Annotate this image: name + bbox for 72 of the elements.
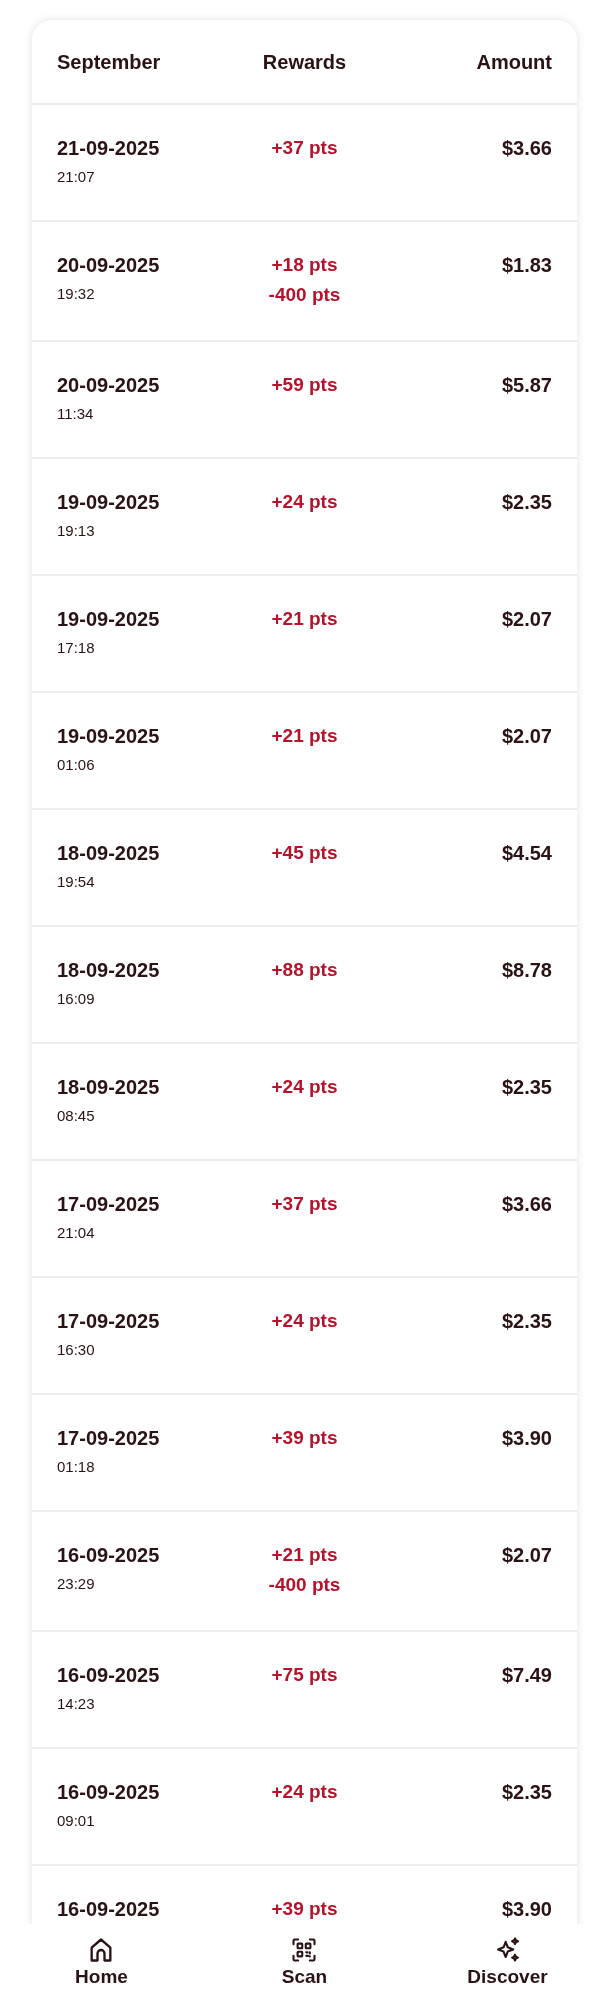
amount-text: $3.90 [501, 1426, 552, 1450]
date-text: 16-09-2025 [57, 1780, 160, 1804]
points-text: -400 pts [268, 1573, 341, 1597]
amount-text: $2.35 [501, 490, 552, 514]
points-text: +24 pts [271, 490, 338, 514]
qr-code-icon [290, 1936, 319, 1964]
time-text: 14:23 [57, 1695, 96, 1713]
column-header: Rewards [262, 49, 347, 75]
time-text: 17:18 [57, 639, 96, 657]
amount-text: $3.66 [501, 1192, 552, 1216]
time-text: 19:54 [57, 873, 96, 891]
time-text: 01:18 [57, 1458, 96, 1476]
time-text: 21:04 [57, 1224, 96, 1242]
time-text: 19:32 [57, 285, 96, 303]
date-text: 19-09-2025 [57, 607, 160, 631]
amount-text: $3.90 [501, 1897, 552, 1921]
nav-tab[interactable]: Scan [273, 1932, 336, 1992]
points-text: +24 pts [271, 1075, 338, 1099]
points-text: +24 pts [271, 1309, 338, 1333]
points-text: +37 pts [271, 1192, 338, 1216]
amount-text: $1.83 [501, 253, 552, 277]
amount-text: $3.66 [501, 136, 552, 160]
date-text: 17-09-2025 [57, 1192, 160, 1216]
date-text: 16-09-2025 [57, 1897, 160, 1921]
amount-text: $2.35 [501, 1309, 552, 1333]
time-text: 09:01 [57, 1812, 96, 1830]
nav-tab[interactable]: Discover [459, 1932, 556, 1992]
time-text: 16:09 [57, 990, 96, 1008]
amount-text: $2.35 [501, 1780, 552, 1804]
amount-text: $7.49 [501, 1663, 552, 1687]
points-text: +59 pts [271, 373, 338, 397]
points-text: +21 pts [271, 724, 338, 748]
amount-text: $8.78 [501, 958, 552, 982]
time-text: 08:45 [57, 1107, 96, 1125]
date-text: 20-09-2025 [57, 373, 160, 397]
points-text: -400 pts [268, 283, 341, 307]
date-text: 17-09-2025 [57, 1309, 160, 1333]
date-text: 20-09-2025 [57, 253, 160, 277]
date-text: 19-09-2025 [57, 724, 160, 748]
nav-tab[interactable]: Home [67, 1932, 136, 1992]
points-text: +39 pts [271, 1897, 338, 1921]
date-text: 19-09-2025 [57, 490, 160, 514]
amount-text: $2.07 [501, 1543, 552, 1567]
date-text: 16-09-2025 [57, 1663, 160, 1687]
points-text: +88 pts [271, 958, 338, 982]
time-text: 16:30 [57, 1341, 96, 1359]
time-text: 23:29 [57, 1575, 96, 1593]
time-text: 01:06 [57, 756, 96, 774]
amount-text: $2.07 [501, 607, 552, 631]
date-text: 16-09-2025 [57, 1543, 160, 1567]
points-text: +39 pts [271, 1426, 338, 1450]
time-text: 21:07 [57, 168, 96, 186]
date-text: 21-09-2025 [57, 136, 160, 160]
time-text: 19:13 [57, 522, 96, 540]
time-text: 11:34 [57, 405, 95, 423]
points-text: +21 pts [271, 1543, 338, 1567]
date-text: 18-09-2025 [57, 1075, 160, 1099]
amount-text: $5.87 [501, 373, 552, 397]
date-text: 17-09-2025 [57, 1426, 160, 1450]
column-header: Amount [476, 49, 552, 75]
amount-text: $4.54 [501, 841, 552, 865]
points-text: +45 pts [271, 841, 338, 865]
points-text: +75 pts [271, 1663, 338, 1687]
column-header: September [57, 49, 161, 75]
points-text: +18 pts [271, 253, 338, 277]
points-text: +37 pts [271, 136, 338, 160]
points-text: +24 pts [271, 1780, 338, 1804]
amount-text: $2.07 [501, 724, 552, 748]
date-text: 18-09-2025 [57, 958, 160, 982]
points-text: +21 pts [271, 607, 338, 631]
amount-text: $2.35 [501, 1075, 552, 1099]
date-text: 18-09-2025 [57, 841, 160, 865]
